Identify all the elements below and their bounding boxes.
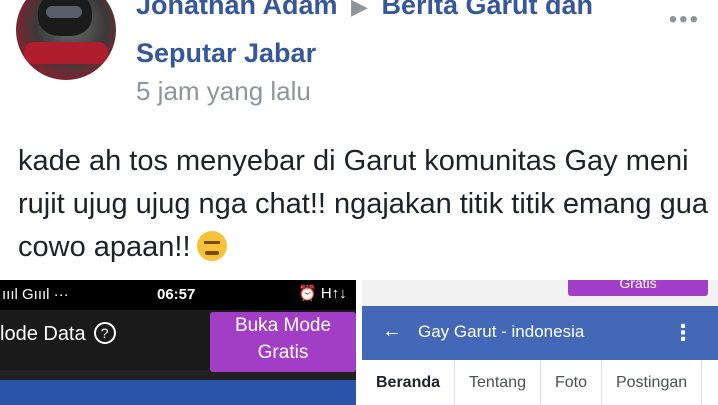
data-mode-text: lode Data — [0, 323, 86, 345]
post-header: Jonathan Adam ▶ Berita Garut dan Seputar… — [136, 0, 656, 76]
tab-beranda[interactable]: Beranda — [362, 360, 456, 405]
arrow-icon: ▶ — [351, 0, 368, 19]
page-title: Gay Garut - indonesia — [418, 322, 585, 341]
tab-postingan[interactable]: Postingan — [602, 360, 703, 405]
blue-header-strip — [0, 380, 356, 405]
open-free-mode-button[interactable]: Buka Mode Gratis — [210, 312, 356, 372]
tab-foto[interactable]: Foto — [541, 360, 602, 405]
status-icons: ⏰ H↑↓ — [298, 285, 347, 302]
post-text: kade ah tos menyebar di Garut komunitas … — [18, 145, 708, 263]
post-timestamp[interactable]: 5 jam yang lalu — [136, 76, 311, 107]
right-screenshot-image[interactable]: Gratis ← Gay Garut - indonesia ⋮ Beranda… — [362, 280, 718, 405]
phone-status-bar: ıııl Gıııl ··· 06:57 ⏰ H↑↓ — [0, 280, 356, 310]
free-mode-button[interactable]: Gratis — [568, 280, 708, 296]
data-mode-label: lode Data? — [0, 322, 116, 346]
more-options-icon[interactable]: ••• — [669, 6, 700, 34]
author-name-link[interactable]: Jonathan Adam — [136, 0, 338, 20]
visor-shape — [46, 6, 82, 18]
motorbike-shape — [24, 42, 108, 64]
facebook-post: Jonathan Adam ▶ Berita Garut dan Seputar… — [0, 0, 718, 280]
post-body: kade ah tos menyebar di Garut komunitas … — [18, 140, 708, 269]
angry-face-emoji-icon — [196, 231, 227, 261]
status-clock: 06:57 — [157, 286, 196, 303]
help-icon[interactable]: ? — [93, 322, 116, 344]
signal-icon: ıııl Gıııl ··· — [2, 286, 69, 303]
left-screenshot-image[interactable]: ıııl Gıııl ··· 06:57 ⏰ H↑↓ lode Data? Bu… — [0, 280, 356, 405]
page-app-bar: ← Gay Garut - indonesia ⋮ — [362, 306, 718, 360]
author-avatar[interactable] — [16, 0, 116, 80]
page-tabs: Beranda Tentang Foto Postingan — [362, 360, 718, 405]
tab-tentang[interactable]: Tentang — [455, 360, 541, 405]
overflow-menu-icon[interactable]: ⋮ — [672, 320, 694, 346]
back-arrow-icon[interactable]: ← — [382, 320, 402, 343]
